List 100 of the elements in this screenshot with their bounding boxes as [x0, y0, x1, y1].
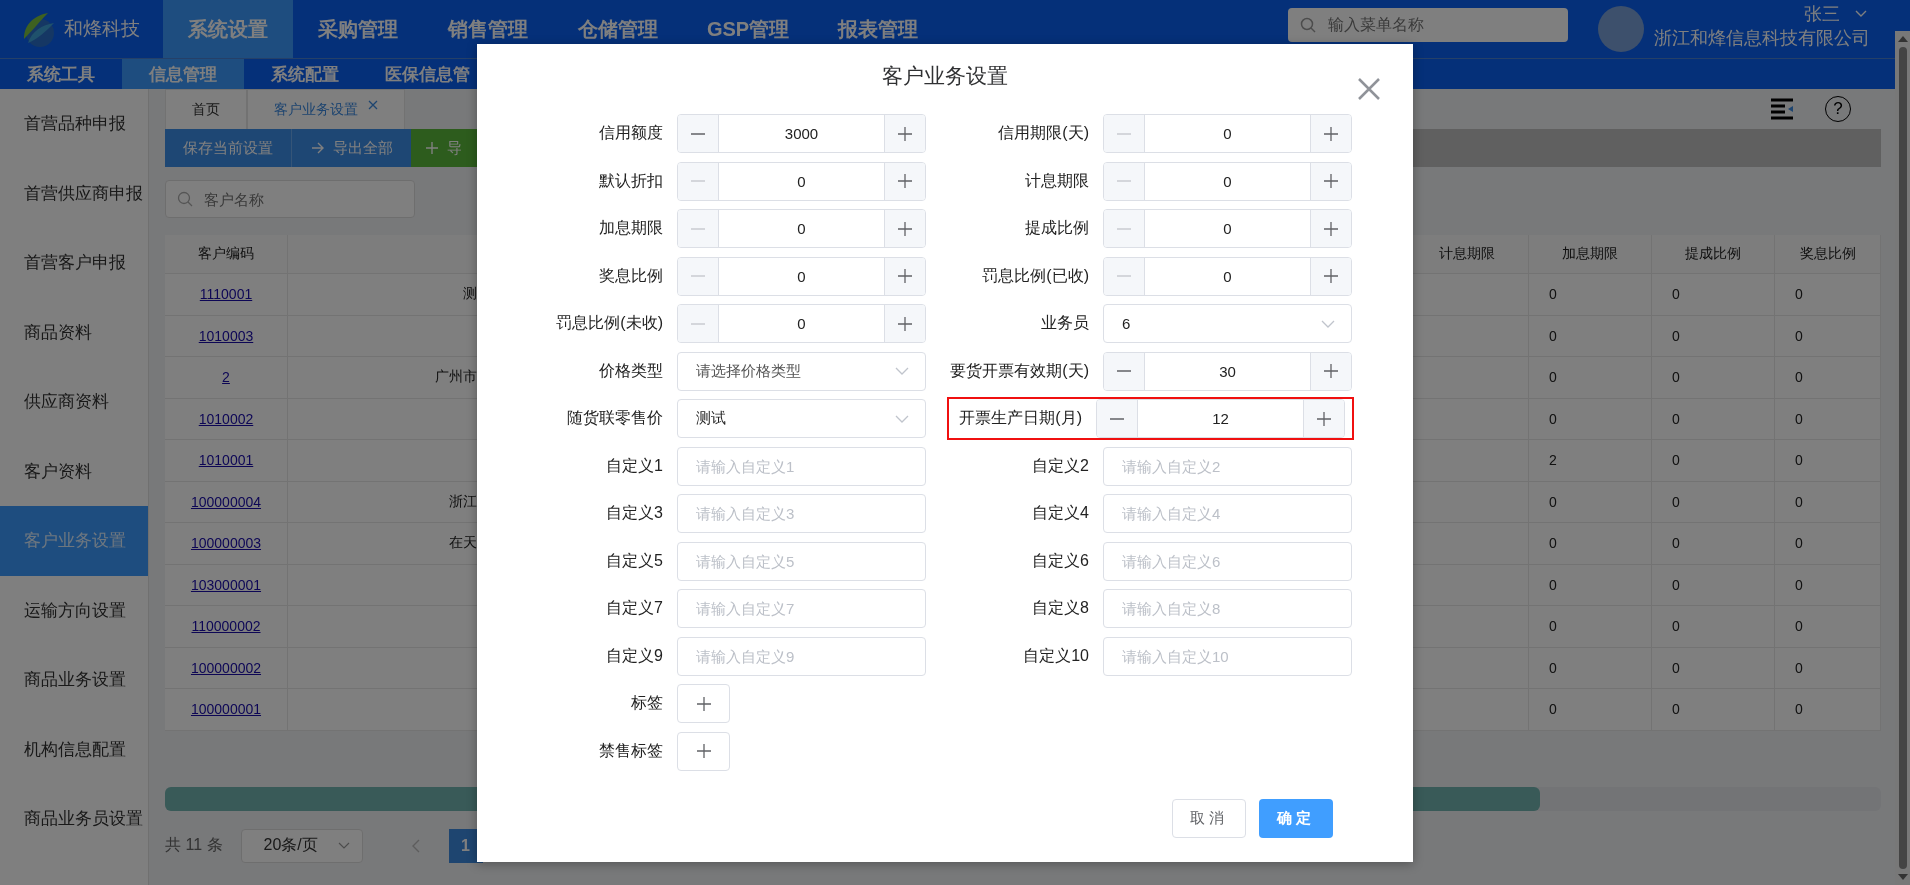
number-stepper[interactable]: 0 — [1103, 161, 1352, 201]
customer-code-link[interactable]: 1010002 — [198, 410, 254, 427]
chevron-left-icon[interactable] — [410, 838, 421, 853]
input-field[interactable]: 请输入自定义6 — [1103, 541, 1352, 581]
chevron-down-icon[interactable] — [1854, 9, 1868, 19]
increment-button[interactable] — [884, 115, 925, 152]
customer-code-link[interactable]: 103000001 — [190, 576, 262, 593]
input-field[interactable]: 请输入自定义4 — [1103, 494, 1352, 533]
input-field[interactable]: 请输入自定义2 — [1103, 446, 1352, 486]
increment-button[interactable] — [1310, 352, 1351, 390]
nav-tab[interactable]: GSP管理 — [683, 0, 813, 58]
customer-code-link[interactable]: 100000003 — [190, 535, 262, 552]
nav-tab[interactable]: 销售管理 — [423, 0, 553, 58]
table-cell: 0 — [1549, 576, 1557, 593]
sidebar-item[interactable]: 机构信息配置 — [0, 714, 148, 784]
sub-nav-tab[interactable]: 医保信息管 — [366, 59, 488, 89]
plus-icon — [696, 696, 711, 711]
number-stepper[interactable]: 0 — [677, 304, 926, 343]
toolbar-button[interactable]: 导出全部 — [291, 129, 411, 167]
input-field[interactable]: 请输入自定义8 — [1103, 589, 1352, 628]
customer-code-link[interactable]: 110000002 — [191, 618, 261, 635]
increment-button[interactable] — [884, 162, 925, 200]
page-tab[interactable]: 首页 — [165, 89, 247, 129]
field-label: 自定义2 — [1031, 455, 1090, 476]
increment-button[interactable] — [884, 305, 925, 342]
customer-code-link[interactable]: 2 — [222, 369, 230, 386]
number-stepper[interactable]: 12 — [1096, 399, 1345, 438]
add-tag-button[interactable] — [677, 684, 730, 723]
sidebar-item[interactable]: 首营供应商申报 — [0, 158, 148, 228]
nav-tab[interactable]: 采购管理 — [293, 0, 423, 58]
customer-code-link[interactable]: 1110001 — [199, 286, 253, 303]
number-stepper[interactable]: 0 — [677, 209, 926, 248]
input-field[interactable]: 请输入自定义1 — [677, 446, 926, 486]
page-tab[interactable]: 客户业务设置 — [247, 89, 405, 129]
customer-code-link[interactable]: 100000002 — [190, 659, 262, 676]
increment-button[interactable] — [884, 257, 925, 295]
increment-button[interactable] — [1303, 400, 1344, 437]
number-stepper[interactable]: 3000 — [677, 114, 926, 153]
table-cell: 广州市 — [435, 368, 477, 387]
number-stepper[interactable]: 0 — [1103, 209, 1352, 248]
minus-icon — [1117, 132, 1131, 135]
minus-icon — [1117, 180, 1131, 182]
sidebar-item[interactable]: 商品业务员设置 — [0, 784, 148, 854]
input-field[interactable]: 请输入自定义5 — [677, 541, 926, 581]
dialog-button[interactable]: 确定 — [1259, 799, 1333, 838]
table-cell: 0 — [1795, 618, 1803, 635]
nav-tab[interactable]: 仓储管理 — [553, 0, 683, 58]
table-cell: 2 — [1549, 452, 1557, 469]
toolbar-button[interactable]: 保存当前设置 — [165, 129, 291, 167]
select-field[interactable]: 请选择价格类型 — [677, 351, 926, 391]
sub-nav-tab[interactable]: 系统工具 — [0, 59, 122, 89]
increment-button[interactable] — [1310, 115, 1351, 152]
close-icon[interactable] — [1357, 77, 1381, 101]
chevron-down-icon — [895, 414, 909, 423]
sidebar-item[interactable]: 客户资料 — [0, 436, 148, 506]
increment-button[interactable] — [884, 210, 925, 247]
scroll-up-icon[interactable] — [1896, 35, 1909, 43]
add-tag-button[interactable] — [677, 731, 730, 771]
table-cell: 0 — [1672, 576, 1680, 593]
input-field[interactable]: 请输入自定义9 — [677, 636, 926, 676]
number-stepper[interactable]: 0 — [1103, 256, 1352, 296]
chevron-down-icon — [895, 367, 909, 375]
list-collapse-icon[interactable] — [1769, 97, 1795, 121]
input-field[interactable]: 请输入自定义7 — [677, 589, 926, 628]
number-stepper[interactable]: 0 — [1103, 114, 1352, 153]
sidebar-item[interactable]: 首营品种申报 — [0, 89, 148, 159]
customer-code-link[interactable]: 1010003 — [198, 327, 254, 344]
field-label: 禁售标签 — [598, 740, 664, 761]
table-cell: 0 — [1549, 493, 1557, 510]
avatar[interactable] — [1598, 6, 1644, 52]
input-field[interactable]: 请输入自定义3 — [677, 494, 926, 533]
increment-button[interactable] — [1310, 257, 1351, 295]
select-field[interactable]: 测试 — [677, 399, 926, 438]
nav-tab[interactable]: 报表管理 — [813, 0, 943, 58]
customer-code-link[interactable]: 100000001 — [190, 701, 262, 718]
scroll-down-icon[interactable] — [1896, 873, 1909, 881]
sub-nav-tab[interactable]: 系统配置 — [244, 59, 366, 89]
sidebar-item[interactable]: 商品资料 — [0, 297, 148, 367]
sidebar-item[interactable]: 首营客户申报 — [0, 228, 148, 298]
dialog-button[interactable]: 取消 — [1172, 799, 1246, 838]
number-stepper[interactable]: 0 — [677, 161, 926, 201]
number-stepper[interactable]: 30 — [1103, 351, 1352, 391]
number-value: 0 — [1222, 219, 1233, 239]
plus-icon — [898, 316, 912, 331]
page-size-select[interactable]: 20条/页 — [240, 828, 363, 863]
customer-search-field[interactable]: 客户名称 — [165, 180, 415, 218]
increment-button[interactable] — [1310, 162, 1351, 200]
close-icon[interactable] — [368, 99, 378, 110]
customer-code-link[interactable]: 1010001 — [198, 452, 254, 469]
sidebar-item[interactable]: 商品业务设置 — [0, 645, 148, 715]
number-stepper[interactable]: 0 — [677, 256, 926, 296]
input-field[interactable]: 请输入自定义10 — [1103, 636, 1352, 676]
menu-search-field[interactable]: 输入菜单名称 — [1288, 8, 1568, 42]
scrollbar-thumb[interactable] — [1898, 47, 1907, 869]
table-cell: 0 — [1795, 369, 1803, 386]
select-field[interactable]: 6 — [1103, 304, 1352, 343]
field-label: 自定义8 — [1031, 598, 1090, 618]
sidebar-item[interactable]: 供应商资料 — [0, 367, 148, 437]
customer-code-link[interactable]: 100000004 — [190, 493, 262, 510]
increment-button[interactable] — [1310, 210, 1351, 247]
